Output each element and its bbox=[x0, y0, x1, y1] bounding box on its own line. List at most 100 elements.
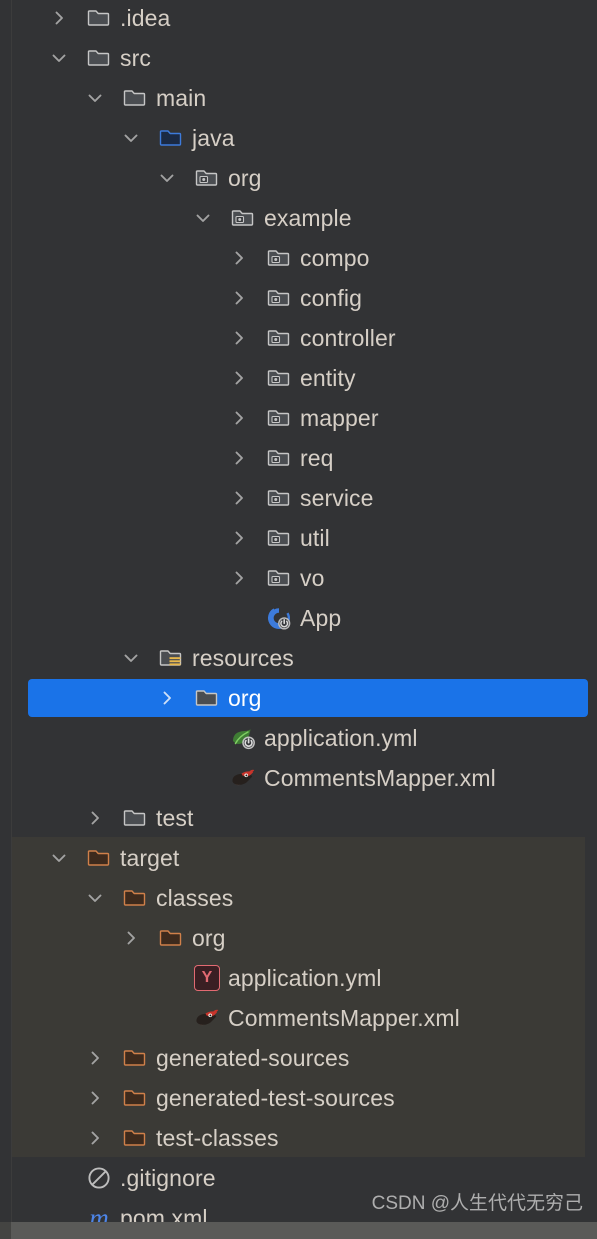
source-root-icon bbox=[158, 125, 184, 151]
chevron-down-icon[interactable] bbox=[48, 847, 70, 869]
java-class-run-icon bbox=[266, 605, 292, 631]
tree-row[interactable]: .idea bbox=[0, 0, 597, 38]
tree-row-label: main bbox=[156, 85, 207, 111]
folder-icon bbox=[86, 5, 112, 31]
tree-row-label: org bbox=[228, 685, 262, 711]
folder-icon bbox=[86, 45, 112, 71]
tree-row-label: vo bbox=[300, 565, 325, 591]
excluded-folder-icon bbox=[122, 1045, 148, 1071]
tree-row[interactable]: App bbox=[0, 598, 597, 638]
tree-row[interactable]: config bbox=[0, 278, 597, 318]
chevron-right-icon[interactable] bbox=[228, 327, 250, 349]
chevron-right-icon[interactable] bbox=[156, 687, 178, 709]
tree-row-label: req bbox=[300, 445, 334, 471]
tree-row[interactable]: test bbox=[0, 798, 597, 838]
tree-row[interactable]: generated-test-sources bbox=[0, 1078, 597, 1118]
tree-row[interactable]: entity bbox=[0, 358, 597, 398]
tree-row[interactable]: src bbox=[0, 38, 597, 78]
tree-row-label: test bbox=[156, 805, 194, 831]
tree-row-label: CommentsMapper.xml bbox=[228, 1005, 460, 1031]
tree-row-label: service bbox=[300, 485, 374, 511]
tree-row[interactable]: application.yml bbox=[0, 718, 597, 758]
mybatis-icon bbox=[230, 765, 256, 791]
tree-row-label: src bbox=[120, 45, 151, 71]
tree-row[interactable]: vo bbox=[0, 558, 597, 598]
chevron-right-icon[interactable] bbox=[84, 1087, 106, 1109]
package-icon bbox=[266, 525, 292, 551]
tree-row[interactable]: Yapplication.yml bbox=[0, 958, 597, 998]
chevron-down-icon[interactable] bbox=[120, 647, 142, 669]
tree-row-label: mapper bbox=[300, 405, 379, 431]
tree-row[interactable]: CommentsMapper.xml bbox=[0, 998, 597, 1038]
chevron-right-icon[interactable] bbox=[228, 487, 250, 509]
excluded-folder-icon bbox=[122, 1085, 148, 1111]
package-icon bbox=[266, 405, 292, 431]
tree-row[interactable]: org bbox=[0, 918, 597, 958]
chevron-right-icon[interactable] bbox=[48, 7, 70, 29]
tree-row[interactable]: controller bbox=[0, 318, 597, 358]
tree-row-label: test-classes bbox=[156, 1125, 279, 1151]
package-icon bbox=[266, 245, 292, 271]
package-icon bbox=[230, 205, 256, 231]
tree-row[interactable]: service bbox=[0, 478, 597, 518]
tree-row-label: controller bbox=[300, 325, 396, 351]
chevron-down-icon[interactable] bbox=[120, 127, 142, 149]
tree-row[interactable]: resources bbox=[0, 638, 597, 678]
project-tool-window[interactable]: .idea src main java org example compo config con… bbox=[0, 0, 597, 1239]
chevron-right-icon[interactable] bbox=[84, 1127, 106, 1149]
spring-yaml-icon bbox=[230, 725, 256, 751]
yaml-file-icon: Y bbox=[194, 965, 220, 991]
tree-row[interactable]: CommentsMapper.xml bbox=[0, 758, 597, 798]
excluded-folder-icon bbox=[86, 845, 112, 871]
chevron-down-icon[interactable] bbox=[156, 167, 178, 189]
chevron-down-icon[interactable] bbox=[192, 207, 214, 229]
chevron-down-icon[interactable] bbox=[48, 47, 70, 69]
gitignore-icon bbox=[86, 1165, 112, 1191]
chevron-down-icon[interactable] bbox=[84, 887, 106, 909]
tree-row-label: target bbox=[120, 845, 180, 871]
chevron-right-icon[interactable] bbox=[84, 1047, 106, 1069]
chevron-right-icon[interactable] bbox=[120, 927, 142, 949]
tree-row[interactable]: util bbox=[0, 518, 597, 558]
tree-row[interactable]: test-classes bbox=[0, 1118, 597, 1158]
tree-row[interactable]: main bbox=[0, 78, 597, 118]
tree-row[interactable]: req bbox=[0, 438, 597, 478]
package-icon bbox=[266, 445, 292, 471]
package-icon bbox=[266, 485, 292, 511]
chevron-right-icon[interactable] bbox=[228, 527, 250, 549]
tree-row-label: application.yml bbox=[264, 725, 418, 751]
tree-row-label: java bbox=[192, 125, 235, 151]
folder-icon bbox=[122, 85, 148, 111]
tree-row-label: .idea bbox=[120, 5, 171, 31]
tree-row[interactable]: classes bbox=[0, 878, 597, 918]
tree-row-label: generated-sources bbox=[156, 1045, 350, 1071]
tree-row[interactable]: org bbox=[0, 678, 597, 718]
chevron-right-icon[interactable] bbox=[228, 447, 250, 469]
tree-row-label: App bbox=[300, 605, 342, 631]
chevron-right-icon[interactable] bbox=[228, 287, 250, 309]
package-icon bbox=[266, 285, 292, 311]
tree-row-label: config bbox=[300, 285, 362, 311]
tree-row[interactable]: java bbox=[0, 118, 597, 158]
chevron-right-icon[interactable] bbox=[228, 247, 250, 269]
tree-row[interactable]: compo bbox=[0, 238, 597, 278]
chevron-right-icon[interactable] bbox=[228, 407, 250, 429]
folder-icon bbox=[122, 805, 148, 831]
tree-row-label: entity bbox=[300, 365, 356, 391]
chevron-down-icon[interactable] bbox=[84, 87, 106, 109]
tree-row[interactable]: example bbox=[0, 198, 597, 238]
excluded-folder-icon bbox=[122, 1125, 148, 1151]
tree-row[interactable]: generated-sources bbox=[0, 1038, 597, 1078]
package-icon bbox=[266, 365, 292, 391]
csdn-watermark: CSDN @人生代代无穷己 bbox=[371, 1193, 583, 1214]
tree-row[interactable]: mapper bbox=[0, 398, 597, 438]
tree-row-label: resources bbox=[192, 645, 294, 671]
tree-row-label: classes bbox=[156, 885, 234, 911]
chevron-right-icon[interactable] bbox=[84, 807, 106, 829]
tree-row[interactable]: org bbox=[0, 158, 597, 198]
row-selection-highlight bbox=[28, 679, 588, 717]
tree-row[interactable]: target bbox=[0, 838, 597, 878]
excluded-folder-icon bbox=[122, 885, 148, 911]
chevron-right-icon[interactable] bbox=[228, 367, 250, 389]
chevron-right-icon[interactable] bbox=[228, 567, 250, 589]
